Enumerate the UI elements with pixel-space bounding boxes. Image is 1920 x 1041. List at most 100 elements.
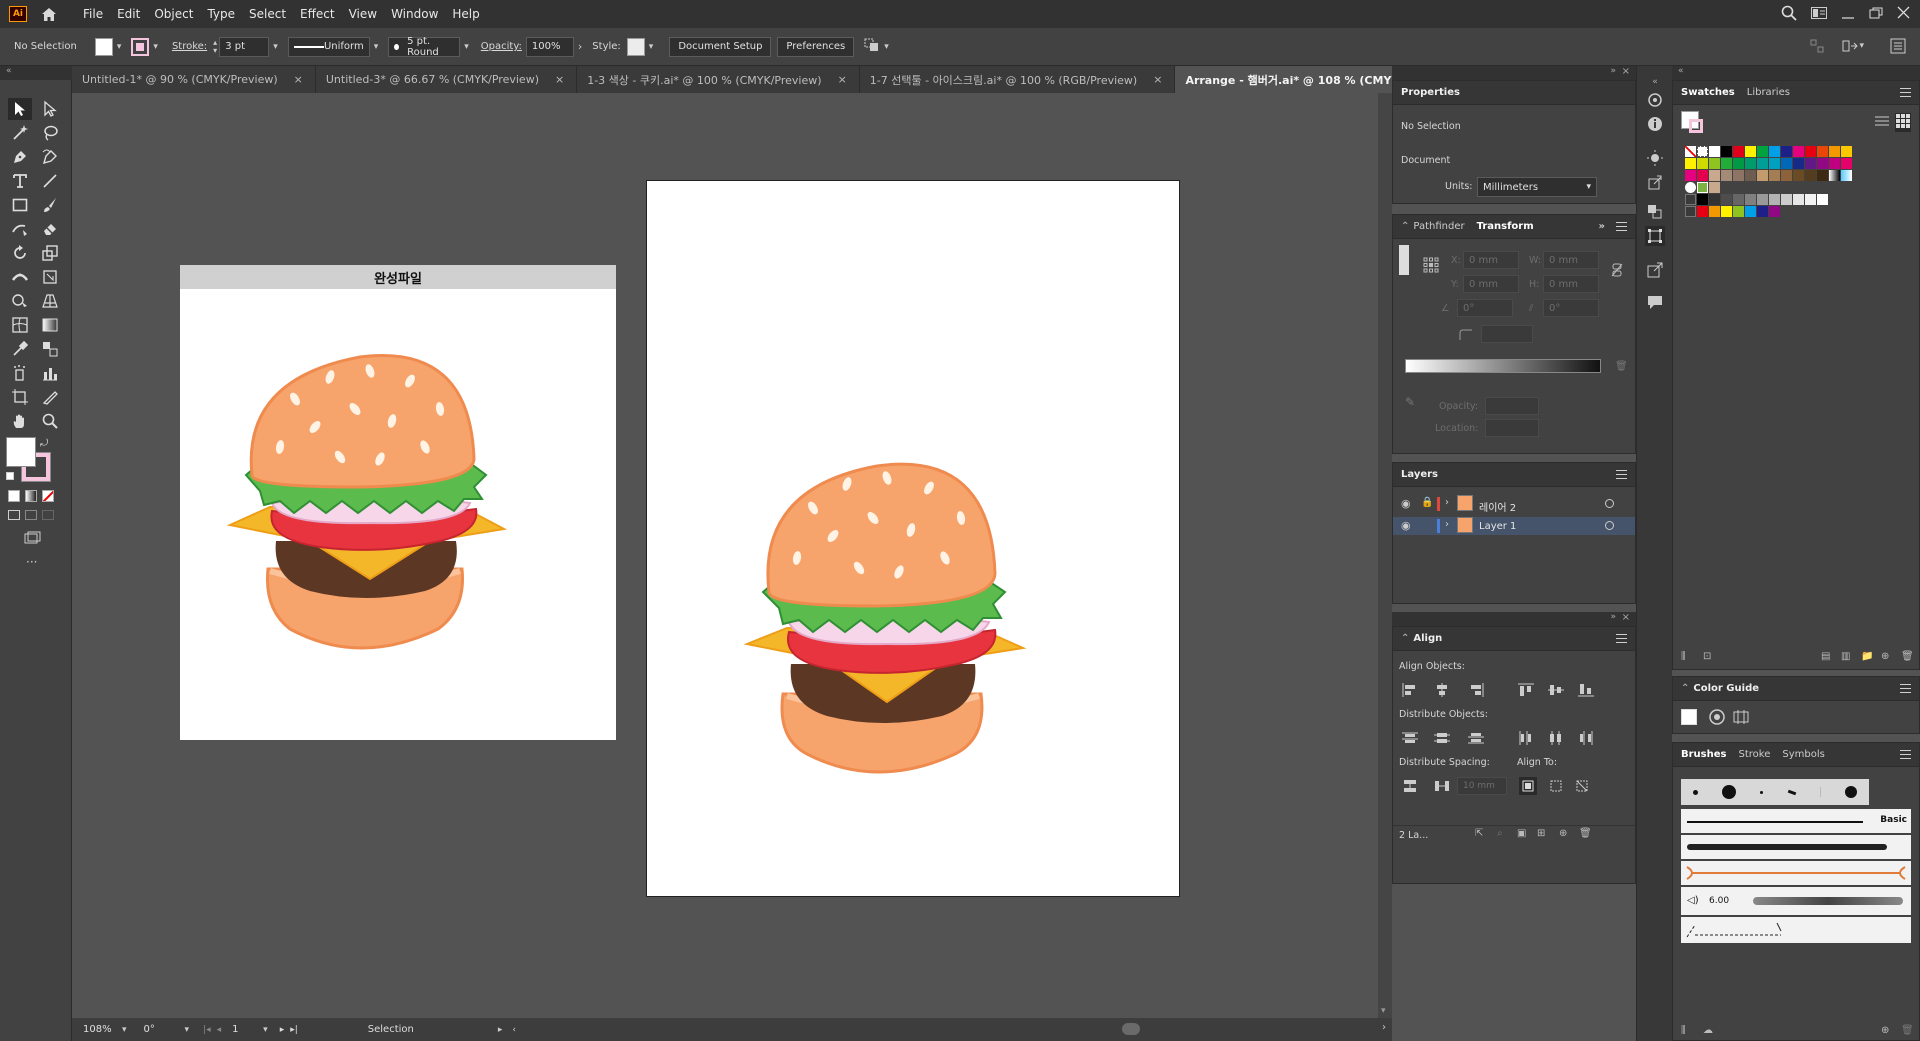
brush-tip[interactable] bbox=[1693, 789, 1699, 795]
stroke-weight-dropdown-icon[interactable]: ▾ bbox=[273, 42, 278, 52]
comments-icon[interactable] bbox=[1645, 292, 1665, 312]
swatch-row[interactable] bbox=[1685, 146, 1853, 157]
align-to-selection-icon[interactable] bbox=[1519, 777, 1537, 795]
brush-charcoal[interactable] bbox=[1681, 835, 1911, 859]
artboard-tool-icon[interactable] bbox=[8, 386, 32, 408]
asset-export-icon[interactable] bbox=[1645, 172, 1665, 192]
selection-tool-icon[interactable] bbox=[8, 98, 32, 120]
slice-tool-icon[interactable] bbox=[38, 386, 62, 408]
brush-art[interactable] bbox=[1681, 861, 1911, 885]
lasso-tool-icon[interactable] bbox=[38, 122, 62, 144]
align-to-key-object-icon[interactable] bbox=[1547, 777, 1565, 795]
eyedropper-icon[interactable]: ✎ bbox=[1405, 395, 1415, 409]
eye-icon[interactable]: ◉ bbox=[1401, 497, 1411, 510]
zoom-dropdown-icon[interactable]: ▾ bbox=[122, 1025, 127, 1035]
hamburger-illustration[interactable] bbox=[647, 181, 1181, 898]
fill-color-box-front[interactable] bbox=[6, 437, 36, 467]
gradient-tool-icon[interactable] bbox=[38, 314, 62, 336]
gradient-opacity-input[interactable] bbox=[1485, 397, 1539, 415]
brush-bristle[interactable]: ◁) 6.00 bbox=[1681, 887, 1911, 915]
horizontal-distribute-space-icon[interactable] bbox=[1433, 777, 1451, 795]
panel-menu-icon[interactable] bbox=[1890, 38, 1906, 57]
align-vertical-center-icon[interactable] bbox=[1547, 681, 1565, 699]
swatch-row[interactable] bbox=[1685, 194, 1829, 205]
menu-file[interactable]: File bbox=[83, 7, 103, 21]
minimize-icon[interactable] bbox=[1841, 7, 1855, 22]
menu-select[interactable]: Select bbox=[249, 7, 286, 21]
screen-mode-icon[interactable] bbox=[20, 528, 44, 550]
brush-basic[interactable]: Basic bbox=[1681, 809, 1911, 833]
toolbar-header[interactable]: « bbox=[0, 66, 72, 80]
style-dropdown-icon[interactable]: ▾ bbox=[649, 42, 654, 52]
brush-pattern[interactable] bbox=[1681, 917, 1911, 943]
info-icon[interactable] bbox=[1645, 114, 1665, 134]
links-icon[interactable] bbox=[1645, 260, 1665, 280]
symbol-sprayer-tool-icon[interactable] bbox=[8, 362, 32, 384]
magic-wand-tool-icon[interactable] bbox=[8, 122, 32, 144]
scroll-left-icon[interactable]: ‹ bbox=[512, 1025, 516, 1035]
swatch[interactable] bbox=[1829, 146, 1840, 157]
width-tool-icon[interactable] bbox=[8, 266, 32, 288]
arrange-dropdown-icon[interactable]: ▾ bbox=[884, 42, 889, 52]
eyedropper-tool-icon[interactable] bbox=[8, 338, 32, 360]
delete-swatch-icon[interactable]: 🗑 bbox=[1901, 651, 1914, 662]
brightness-icon[interactable] bbox=[1645, 148, 1665, 168]
color-guide-title[interactable]: Color Guide bbox=[1693, 683, 1759, 694]
reference-image[interactable]: 완성파일 bbox=[180, 265, 616, 740]
blend-tool-icon[interactable] bbox=[38, 338, 62, 360]
y-input[interactable]: 0 mm bbox=[1463, 275, 1519, 293]
close-icon[interactable]: × bbox=[1622, 612, 1630, 623]
more-panels-icon[interactable]: » bbox=[1599, 221, 1605, 232]
scale-tool-icon[interactable] bbox=[38, 242, 62, 264]
tab-libraries[interactable]: Libraries bbox=[1747, 87, 1790, 98]
shape-builder-tool-icon[interactable] bbox=[8, 290, 32, 312]
layer-name[interactable]: Layer 1 bbox=[1479, 521, 1516, 532]
new-color-group-icon[interactable]: 📁 bbox=[1861, 651, 1873, 662]
document-setup-button[interactable]: Document Setup bbox=[669, 36, 772, 57]
brush-tip[interactable] bbox=[1787, 789, 1796, 795]
align-right-icon[interactable] bbox=[1467, 681, 1485, 699]
gradient-slider[interactable] bbox=[1405, 359, 1601, 373]
canvas-area[interactable]: 완성파일 ▾ bbox=[72, 93, 1392, 1018]
list-view-icon[interactable] bbox=[1875, 115, 1889, 130]
swatch[interactable] bbox=[1757, 146, 1768, 157]
swatch[interactable] bbox=[1733, 146, 1744, 157]
stroke-label[interactable]: Stroke: bbox=[172, 41, 207, 52]
draw-behind-icon[interactable] bbox=[25, 510, 37, 520]
swatch-registration[interactable] bbox=[1697, 146, 1708, 157]
rotation-dropdown-icon[interactable]: ▾ bbox=[185, 1025, 190, 1035]
menu-window[interactable]: Window bbox=[391, 7, 438, 21]
scroll-right-icon[interactable]: › bbox=[1382, 1022, 1386, 1033]
target-icon[interactable] bbox=[1605, 499, 1614, 508]
next-artboard-icon[interactable]: ▸ bbox=[280, 1025, 285, 1035]
curvature-tool-icon[interactable] bbox=[38, 146, 62, 168]
rotation-input[interactable]: 0° bbox=[139, 1022, 181, 1038]
lock-icon[interactable]: 🔒 bbox=[1421, 497, 1433, 508]
libraries-panel-icon[interactable]: ☁ bbox=[1703, 1025, 1713, 1036]
swatch[interactable] bbox=[1841, 146, 1852, 157]
arrange-documents-icon[interactable] bbox=[1811, 6, 1827, 22]
previous-artboard-icon[interactable]: ◂ bbox=[217, 1025, 222, 1035]
tab-untitled-1[interactable]: Untitled-1* @ 90 % (CMYK/Preview) × bbox=[72, 66, 316, 93]
restore-icon[interactable] bbox=[1869, 7, 1883, 22]
add-to-library-icon[interactable]: ⊡ bbox=[1703, 651, 1711, 662]
delete-layer-icon[interactable]: 🗑 bbox=[1579, 828, 1592, 839]
align-left-icon[interactable] bbox=[1401, 681, 1419, 699]
distribute-bottom-icon[interactable] bbox=[1467, 729, 1485, 747]
swatch[interactable] bbox=[1721, 146, 1732, 157]
expand-icon[interactable]: ⌃ bbox=[1401, 633, 1409, 644]
swatch[interactable] bbox=[1769, 146, 1780, 157]
draw-normal-icon[interactable] bbox=[8, 510, 20, 520]
menu-edit[interactable]: Edit bbox=[117, 7, 140, 21]
close-icon[interactable] bbox=[1897, 6, 1910, 22]
last-artboard-icon[interactable]: ▸| bbox=[290, 1025, 298, 1035]
show-kinds-icon[interactable]: ▥ bbox=[1841, 651, 1850, 662]
type-tool-icon[interactable] bbox=[8, 170, 32, 192]
swatch[interactable] bbox=[1805, 146, 1816, 157]
delete-brush-icon[interactable]: 🗑 bbox=[1901, 1025, 1914, 1036]
new-brush-icon[interactable]: ⊕ bbox=[1881, 1025, 1889, 1036]
graphic-style-swatch[interactable] bbox=[626, 37, 645, 56]
brush-dropdown-icon[interactable]: ▾ bbox=[464, 42, 469, 52]
swatch[interactable] bbox=[1817, 146, 1828, 157]
distribute-horizontal-center-icon[interactable] bbox=[1547, 729, 1565, 747]
